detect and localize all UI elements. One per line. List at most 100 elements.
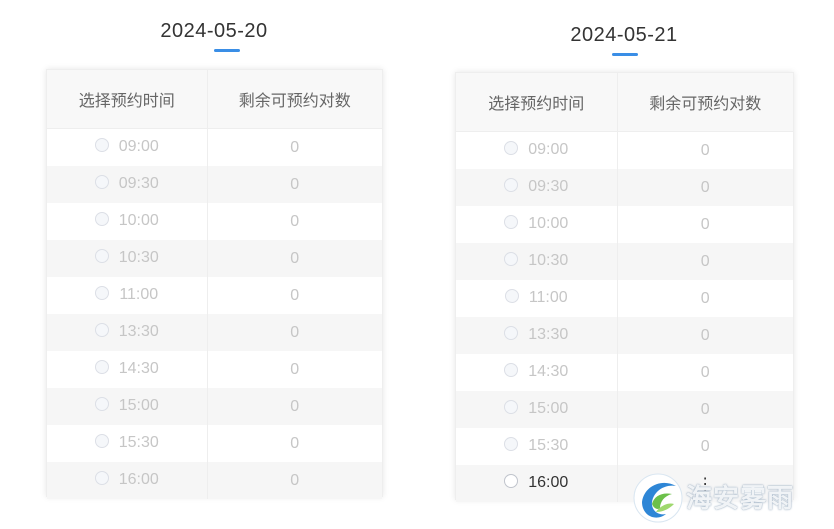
time-slot-option: 15:00 — [47, 388, 207, 425]
remaining-count: 0 — [206, 388, 382, 425]
time-label: 14:30 — [118, 360, 159, 378]
appointment-table: 选择预约时间 剩余可预约对数 09:00 0 09:30 0 10:00 0 1… — [47, 70, 382, 499]
time-label: 15:30 — [528, 437, 569, 455]
column-header-remaining: 剩余可预约对数 — [616, 73, 793, 132]
time-label: 10:00 — [528, 215, 569, 233]
time-slot-option: 09:30 — [456, 169, 617, 206]
remaining-count: 0 — [616, 131, 793, 169]
time-label: 09:30 — [528, 178, 569, 196]
time-slot-option: 10:30 — [456, 243, 617, 280]
table-row: 13:30 0 — [456, 317, 793, 354]
remaining-count: 0 — [616, 428, 793, 465]
time-slot-option: 10:00 — [456, 206, 617, 243]
remaining-count: 0 — [206, 203, 382, 240]
day-title: 2024-05-20 — [160, 20, 268, 42]
radio-icon — [94, 323, 109, 338]
time-label: 09:30 — [118, 175, 159, 193]
radio-icon — [94, 397, 109, 412]
time-slot-option: 14:30 — [456, 354, 617, 391]
remaining-count: 0 — [616, 243, 793, 280]
time-slot-option: 10:30 — [47, 240, 207, 277]
day-title-underline — [612, 53, 638, 56]
time-label: 15:00 — [528, 400, 569, 418]
time-label: 14:30 — [528, 363, 569, 381]
table-row: 15:30 0 — [47, 425, 382, 462]
radio-icon — [504, 437, 519, 452]
time-label: 13:30 — [118, 323, 159, 341]
radio-icon — [94, 138, 109, 153]
remaining-count: 0 — [206, 425, 382, 462]
time-label: 11:00 — [119, 286, 159, 304]
radio-icon[interactable] — [504, 474, 519, 489]
time-label: 09:00 — [118, 138, 159, 156]
radio-icon — [504, 326, 519, 341]
time-slot-option[interactable]: 16:00 — [456, 465, 617, 502]
table-row: 15:30 0 — [456, 428, 793, 465]
time-slot-option: 09:30 — [47, 166, 207, 203]
table-row: 16:00 0 — [47, 462, 382, 499]
table-row: 15:00 0 — [47, 388, 382, 425]
table-row: 09:30 0 — [47, 166, 382, 203]
time-slot-option: 13:30 — [456, 317, 617, 354]
table-header-row: 选择预约时间 剩余可预约对数 — [456, 73, 793, 132]
remaining-count: 0 — [206, 277, 382, 314]
time-label: 16:00 — [118, 471, 159, 489]
radio-icon — [504, 178, 519, 193]
day-title-underline — [214, 49, 240, 52]
radio-icon — [504, 400, 519, 415]
remaining-count: 0 — [206, 240, 382, 277]
time-label: 10:30 — [118, 249, 159, 267]
time-label: 16:00 — [528, 474, 569, 492]
radio-icon — [95, 286, 110, 301]
radio-icon — [504, 252, 519, 267]
time-label: 10:30 — [528, 252, 569, 270]
table-row: 14:30 0 — [47, 351, 382, 388]
table-row: 11:00 0 — [456, 280, 793, 317]
table-row: 10:30 0 — [47, 240, 382, 277]
time-slot-option: 14:30 — [47, 351, 207, 388]
column-header-time: 选择预约时间 — [47, 70, 207, 129]
table-row: 10:00 0 — [456, 206, 793, 243]
watermark-text: 海安雾雨 — [686, 484, 795, 514]
table-row: 14:30 0 — [456, 354, 793, 391]
time-slot-option: 11:00 — [456, 280, 617, 317]
time-label: 15:30 — [118, 434, 159, 452]
radio-icon — [504, 141, 519, 156]
remaining-count: 0 — [616, 169, 793, 206]
time-label: 11:00 — [528, 289, 568, 307]
remaining-count: 0 — [206, 314, 382, 351]
remaining-count: 0 — [206, 166, 382, 203]
time-label: 10:00 — [118, 212, 159, 230]
time-slot-option: 13:30 — [47, 314, 207, 351]
time-label: 13:30 — [528, 326, 569, 344]
radio-icon — [94, 212, 109, 227]
radio-icon — [94, 471, 109, 486]
radio-icon — [504, 289, 519, 304]
remaining-count: 0 — [616, 206, 793, 243]
radio-icon — [94, 434, 109, 449]
watermark-logo-icon — [633, 473, 683, 523]
day-title: 2024-05-21 — [570, 24, 678, 46]
table-row: 10:00 0 — [47, 203, 382, 240]
appointment-table-card: 选择预约时间 剩余可预约对数 09:00 0 09:30 0 10:00 0 1… — [46, 69, 383, 499]
radio-icon — [504, 215, 519, 230]
time-label: 09:00 — [528, 141, 569, 159]
radio-icon — [504, 363, 519, 378]
time-label: 15:00 — [118, 397, 159, 415]
remaining-count: 0 — [616, 317, 793, 354]
time-slot-option: 11:00 — [47, 277, 207, 314]
time-slot-option: 15:30 — [456, 428, 617, 465]
watermark: 海安雾雨 — [632, 470, 822, 526]
column-header-remaining: 剩余可预约对数 — [206, 70, 382, 129]
table-row: 09:00 0 — [47, 128, 382, 167]
column-header-time: 选择预约时间 — [456, 73, 617, 132]
table-row: 09:30 0 — [456, 169, 793, 206]
table-row: 13:30 0 — [47, 314, 382, 351]
table-row: 15:00 0 — [456, 391, 793, 428]
radio-icon — [94, 249, 109, 264]
appointment-table: 选择预约时间 剩余可预约对数 09:00 0 09:30 0 10:00 0 1… — [456, 73, 793, 502]
time-slot-option: 09:00 — [47, 129, 207, 167]
remaining-count: 0 — [616, 280, 793, 317]
remaining-count: 0 — [206, 351, 382, 388]
time-slot-option: 16:00 — [47, 462, 207, 499]
